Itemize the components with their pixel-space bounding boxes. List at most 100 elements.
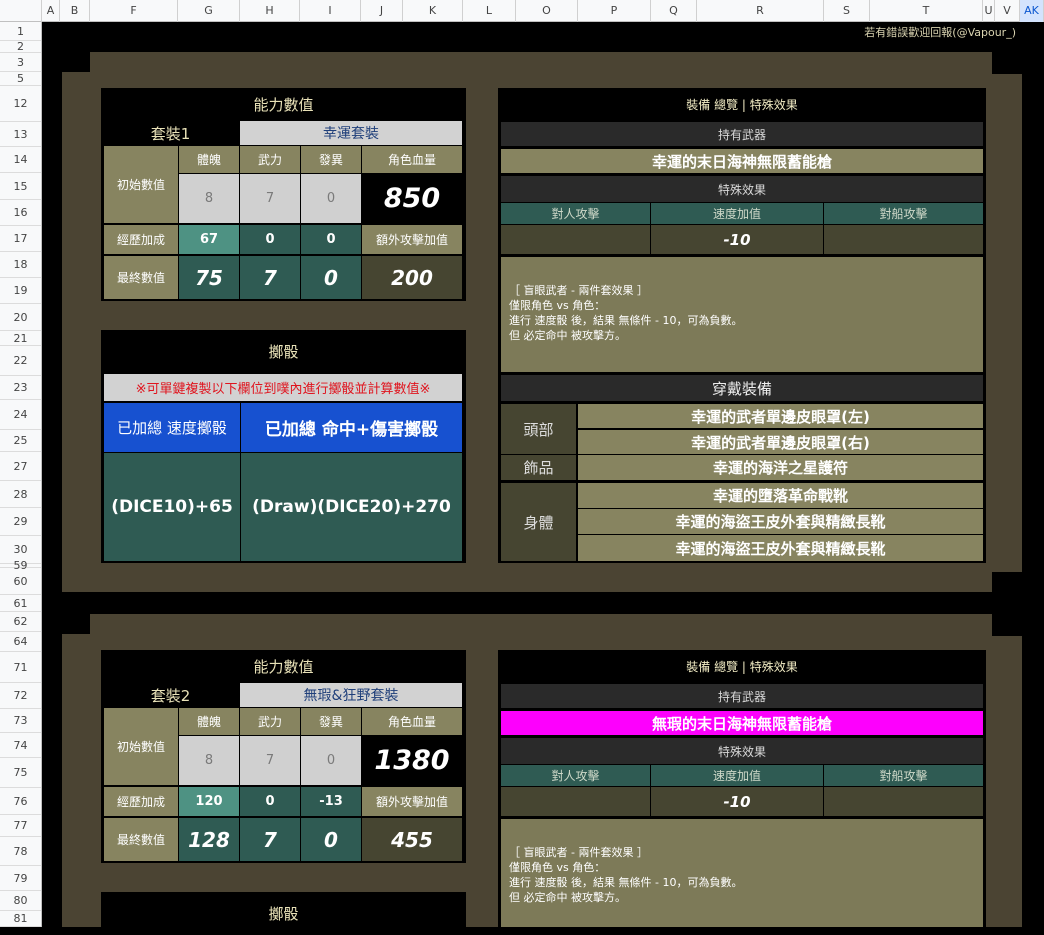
exp-body[interactable]: 120	[179, 787, 239, 816]
column-header-i[interactable]: I	[300, 0, 361, 22]
set-name[interactable]: 無瑕&狂野套裝	[240, 683, 462, 707]
row-header-61[interactable]: 61	[0, 595, 41, 612]
wear-title: 穿戴裝備	[501, 375, 983, 401]
column-header-o[interactable]: O	[516, 0, 578, 22]
row-header-75[interactable]: 75	[0, 758, 41, 788]
row-header-24[interactable]: 24	[0, 400, 41, 430]
initial-mutation[interactable]: 0	[301, 736, 361, 785]
initial-mutation[interactable]: 0	[301, 174, 361, 223]
set-label: 套裝1	[150, 124, 191, 143]
effect-val-speed[interactable]: -10	[651, 787, 823, 816]
set2-stats-panel: 能力數值 套裝2 無瑕&狂野套裝 初始數值 體魄 武力 發異 角色血量 8 7 …	[101, 650, 466, 863]
effect-header: 特殊效果	[501, 176, 983, 202]
row-header-16[interactable]: 16	[0, 200, 41, 226]
initial-body[interactable]: 8	[179, 736, 239, 785]
body-item-3[interactable]: 幸運的海盜王皮外套與精緻長靴	[578, 535, 983, 561]
column-header-r[interactable]: R	[697, 0, 824, 22]
column-header-ak[interactable]: AK	[1020, 0, 1044, 22]
exp-body[interactable]: 67	[179, 225, 239, 254]
row-header-71[interactable]: 71	[0, 652, 41, 683]
row-header-5[interactable]: 5	[0, 72, 41, 86]
exp-mutation[interactable]: 0	[301, 225, 361, 254]
row-header-19[interactable]: 19	[0, 278, 41, 304]
exp-force[interactable]: 0	[240, 787, 300, 816]
row-header-21[interactable]: 21	[0, 331, 41, 346]
slot-head: 頭部	[501, 404, 576, 454]
effect-val-pvp[interactable]	[501, 787, 650, 816]
exp-mutation[interactable]: -13	[301, 787, 361, 816]
column-header-s[interactable]: S	[824, 0, 870, 22]
row-header-13[interactable]: 13	[0, 122, 41, 147]
effect-val-ship[interactable]	[824, 787, 983, 816]
effect-val-ship[interactable]	[824, 225, 983, 254]
effect-col-pvp: 對人攻擊	[501, 765, 650, 786]
initial-force[interactable]: 7	[240, 736, 300, 785]
row-header-76[interactable]: 76	[0, 788, 41, 815]
set-name[interactable]: 幸運套裝	[240, 121, 462, 145]
row-header-60[interactable]: 60	[0, 568, 41, 595]
set2-dice-panel: 擲骰	[101, 892, 466, 927]
accessory-item-1[interactable]: 幸運的海洋之星護符	[578, 455, 983, 480]
column-header-k[interactable]: K	[403, 0, 463, 22]
initial-hp[interactable]: 850	[362, 174, 462, 223]
row-header-3[interactable]: 3	[0, 53, 41, 72]
column-header-f[interactable]: F	[90, 0, 178, 22]
column-header-a[interactable]: A	[42, 0, 60, 22]
header-body: 體魄	[179, 708, 239, 735]
column-header-l[interactable]: L	[463, 0, 516, 22]
effect-val-speed[interactable]: -10	[651, 225, 823, 254]
select-all-corner[interactable]	[0, 0, 42, 22]
column-header-h[interactable]: H	[240, 0, 300, 22]
head-item-2[interactable]: 幸運的武者單邊皮眼罩(右)	[578, 430, 983, 454]
row-exp-label: 經歷加成	[104, 225, 178, 254]
row-header-62[interactable]: 62	[0, 612, 41, 632]
body-item-2[interactable]: 幸運的海盜王皮外套與精緻長靴	[578, 509, 983, 534]
column-header-u[interactable]: U	[983, 0, 995, 22]
weapon-header: 持有武器	[501, 122, 983, 146]
row-header-80[interactable]: 80	[0, 891, 41, 911]
effect-col-speed: 速度加值	[651, 765, 823, 786]
row-header-22[interactable]: 22	[0, 346, 41, 376]
column-header-v[interactable]: V	[995, 0, 1020, 22]
row-header-15[interactable]: 15	[0, 173, 41, 200]
row-header-23[interactable]: 23	[0, 376, 41, 400]
exp-force[interactable]: 0	[240, 225, 300, 254]
dice-hit-formula[interactable]: (Draw)(DICE20)+270	[241, 453, 462, 561]
column-header-q[interactable]: Q	[651, 0, 697, 22]
column-header-j[interactable]: J	[361, 0, 403, 22]
row-header-25[interactable]: 25	[0, 430, 41, 452]
column-header-g[interactable]: G	[178, 0, 240, 22]
initial-body[interactable]: 8	[179, 174, 239, 223]
row-header-20[interactable]: 20	[0, 304, 41, 331]
row-header-78[interactable]: 78	[0, 837, 41, 866]
row-header-73[interactable]: 73	[0, 709, 41, 733]
initial-force[interactable]: 7	[240, 174, 300, 223]
row-header-1[interactable]: 1	[0, 22, 41, 41]
row-header-14[interactable]: 14	[0, 147, 41, 173]
row-header-28[interactable]: 28	[0, 481, 41, 508]
row-header-17[interactable]: 17	[0, 226, 41, 252]
row-header-77[interactable]: 77	[0, 815, 41, 837]
head-item-1[interactable]: 幸運的武者單邊皮眼罩(左)	[578, 404, 983, 428]
equip-title: 裝備 總覽 | 特殊效果	[686, 98, 798, 112]
column-header-b[interactable]: B	[60, 0, 90, 22]
row-header-2[interactable]: 2	[0, 40, 41, 53]
effect-val-pvp[interactable]	[501, 225, 650, 254]
initial-hp[interactable]: 1380	[362, 736, 462, 785]
body-item-1[interactable]: 幸運的墮落革命戰靴	[578, 483, 983, 508]
row-header-74[interactable]: 74	[0, 733, 41, 758]
row-header-27[interactable]: 27	[0, 452, 41, 481]
row-header-18[interactable]: 18	[0, 252, 41, 278]
row-header-72[interactable]: 72	[0, 683, 41, 709]
header-force: 武力	[240, 146, 300, 173]
weapon-name[interactable]: 幸運的末日海神無限蓄能槍	[501, 149, 983, 173]
dice-speed-formula[interactable]: (DICE10)+65	[104, 453, 240, 561]
row-header-64[interactable]: 64	[0, 632, 41, 652]
row-header-81[interactable]: 81	[0, 911, 41, 927]
column-header-t[interactable]: T	[870, 0, 983, 22]
row-header-79[interactable]: 79	[0, 866, 41, 891]
row-header-29[interactable]: 29	[0, 508, 41, 536]
row-header-12[interactable]: 12	[0, 86, 41, 122]
column-header-p[interactable]: P	[578, 0, 651, 22]
weapon-name[interactable]: 無瑕的末日海神無限蓄能槍	[501, 711, 983, 735]
